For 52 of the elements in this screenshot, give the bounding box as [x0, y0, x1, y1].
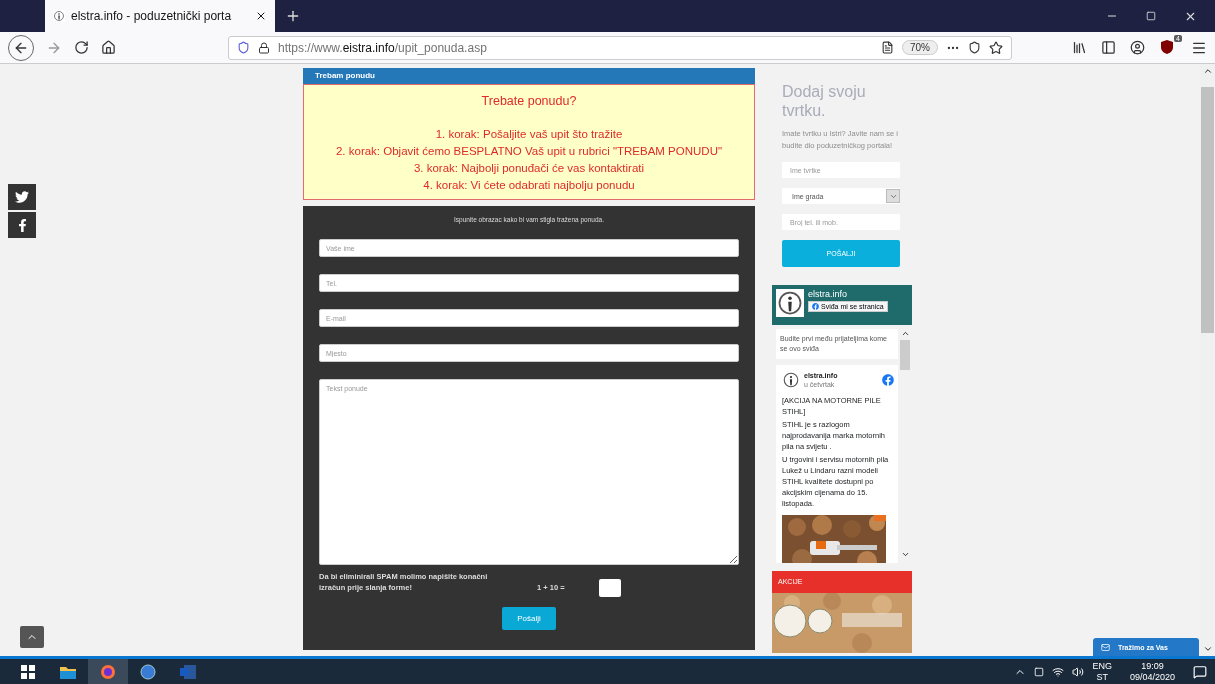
- zoom-level[interactable]: 70%: [902, 40, 938, 55]
- windows-icon: [21, 664, 35, 679]
- notice-title: Trebate ponudu?: [481, 93, 577, 110]
- twitter-button[interactable]: [8, 184, 36, 210]
- language-indicator[interactable]: ENG: [1092, 660, 1112, 672]
- url-path: /upit_ponuda.asp: [394, 40, 487, 55]
- shield-badge-icon[interactable]: [1159, 38, 1175, 55]
- page-name[interactable]: elstra.info: [808, 289, 888, 299]
- facebook-icon: [812, 303, 819, 310]
- bird-icon: [15, 190, 29, 204]
- page-scroll-down-icon[interactable]: [1202, 644, 1213, 654]
- close-tab-icon[interactable]: [255, 10, 267, 22]
- step-text: 3. korak: Najbolji ponuđači će vas kontaktirati: [413, 161, 645, 176]
- lock-icon: [258, 41, 270, 54]
- facebook-button[interactable]: [8, 212, 36, 238]
- scroll-top-button[interactable]: [20, 626, 44, 648]
- step-text: 4. korak: Vi ćete odabrati najbolju ponudu: [423, 178, 635, 193]
- info-logo-icon: [782, 371, 800, 389]
- scroll-down-icon[interactable]: [900, 550, 910, 559]
- page-scrollbar-thumb[interactable]: [1201, 87, 1214, 333]
- home-icon[interactable]: [101, 40, 116, 55]
- shield-icon[interactable]: [237, 41, 250, 54]
- page-scroll-up-icon[interactable]: [1202, 66, 1213, 76]
- info-logo-icon: [776, 289, 804, 317]
- url-prefix: https://www.: [278, 40, 343, 55]
- notifications-icon[interactable]: [1193, 664, 1207, 679]
- facebook-icon: [882, 374, 894, 386]
- volume-icon[interactable]: [1072, 665, 1085, 678]
- scroll-up-icon[interactable]: [900, 329, 910, 338]
- clock-date[interactable]: 09/04/2020: [1129, 671, 1175, 683]
- layout-indicator[interactable]: ST: [1096, 671, 1108, 683]
- scrollbar-thumb[interactable]: [900, 340, 910, 370]
- step-text: 1. korak: Pošaljite vaš upit što tražite: [435, 127, 623, 142]
- clock-time[interactable]: 19:09: [1141, 660, 1164, 672]
- new-tab-icon[interactable]: [285, 8, 301, 24]
- wifi-icon[interactable]: [1052, 665, 1065, 678]
- library-icon[interactable]: [1072, 40, 1087, 55]
- captcha-field[interactable]: [598, 579, 621, 597]
- reload-icon[interactable]: [74, 40, 89, 55]
- maximize-icon[interactable]: [1146, 11, 1156, 21]
- address-bar[interactable]: https://www.eistra.info/upit_ponuda.asp 70%: [228, 35, 1012, 60]
- sidebar-heading: Dodaj svoju tvrtku.: [782, 82, 867, 120]
- account-icon[interactable]: [1130, 40, 1145, 55]
- reader-view-icon[interactable]: [881, 41, 894, 54]
- bookmark-star-icon[interactable]: [989, 40, 1003, 55]
- browser-tab[interactable]: elstra.info - poduzetnički porta: [45, 0, 275, 32]
- url-domain: eistra.info: [342, 40, 395, 55]
- panel-header: Trebam ponudu: [303, 68, 755, 84]
- mail-icon: [1101, 642, 1110, 652]
- info-logo-icon: [53, 10, 65, 22]
- step-text: 2. korak: Objavit ćemo BESPLATNO Vaš upit u rubrici "TREBAM PONUDU": [335, 144, 723, 159]
- sidebar-icon[interactable]: [1101, 40, 1116, 55]
